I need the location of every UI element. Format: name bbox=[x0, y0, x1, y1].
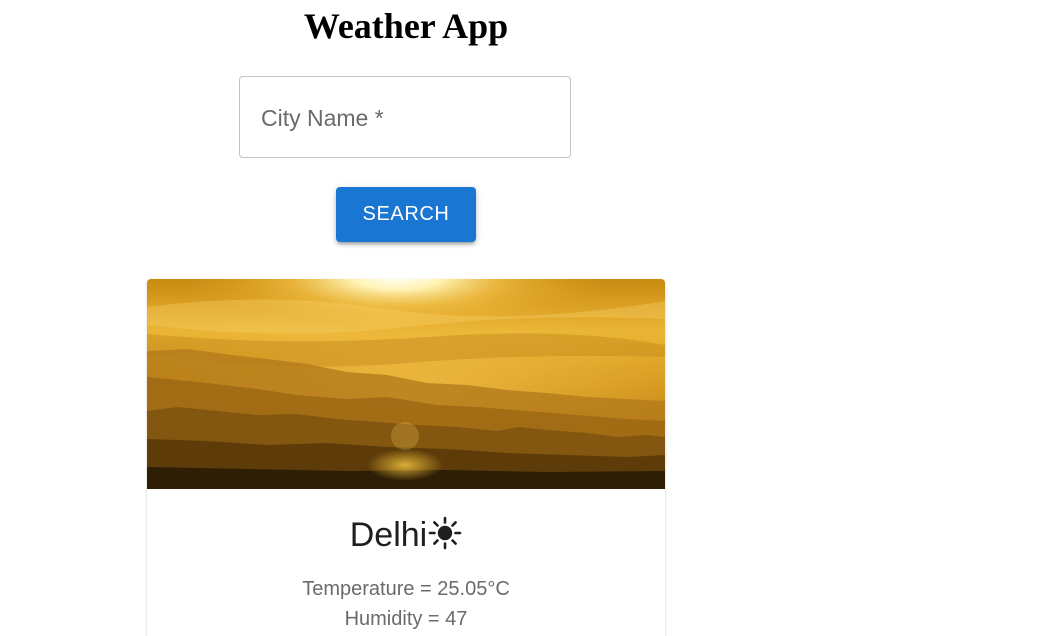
sun-icon bbox=[428, 516, 462, 550]
weather-app-page: Weather App City Name * SEARCH Delhi Tem… bbox=[0, 0, 1050, 636]
city-heading: Delhi bbox=[147, 511, 665, 559]
sunset-landscape-image bbox=[147, 279, 665, 489]
city-name: Delhi bbox=[349, 516, 428, 554]
app-title: Weather App bbox=[303, 6, 509, 46]
city-name-input[interactable] bbox=[240, 77, 570, 157]
temperature-text: Temperature = 25.05°C bbox=[302, 578, 510, 600]
search-button[interactable]: SEARCH bbox=[336, 187, 476, 242]
city-name-field[interactable]: City Name * bbox=[239, 76, 571, 158]
humidity-text: Humidity = 47 bbox=[344, 608, 468, 630]
weather-card: Delhi Temperature = 25.05°C Humidity = 4… bbox=[147, 279, 665, 636]
